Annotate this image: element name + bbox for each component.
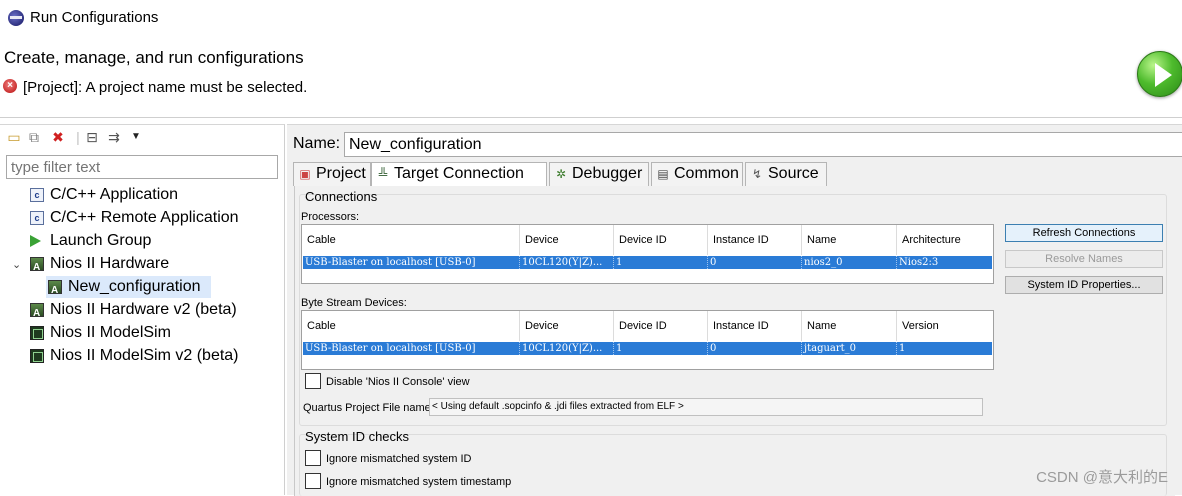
disable-console-checkbox[interactable] (305, 373, 321, 389)
page-heading: Create, manage, and run configurations (4, 48, 304, 67)
tab-common[interactable]: ▤ Common (651, 162, 743, 186)
column-header[interactable]: Instance ID (708, 225, 802, 255)
error-icon: × (3, 79, 17, 93)
quartus-label: Quartus Project File name: (303, 402, 434, 414)
ignore-timestamp-label: Ignore mismatched system timestamp (326, 476, 512, 488)
common-icon: ▤ (657, 167, 669, 181)
column-header[interactable]: Device (520, 311, 614, 341)
project-icon: ▣ (299, 167, 311, 181)
ignore-system-id-label: Ignore mismatched system ID (326, 453, 472, 465)
table-cell: 0 (708, 342, 802, 355)
tab-debugger[interactable]: ✲ Debugger (549, 162, 649, 186)
c-app-icon: c (30, 188, 44, 202)
table-cell: jtaguart_0 (802, 342, 897, 355)
duplicate-icon[interactable]: ⧉ (26, 129, 42, 145)
table-cell: Nios2:3 (899, 257, 939, 268)
table-cell: nios2_0 (802, 256, 897, 269)
configuration-tree-pane: ▭ ⧉ ✖ | ⊟ ⇉ ▼ c C/C++ Application c C/C+… (0, 124, 285, 495)
name-field[interactable] (344, 132, 1182, 157)
processors-label: Processors: (301, 211, 360, 223)
error-message: [Project]: A project name must be select… (23, 79, 308, 96)
new-config-icon[interactable]: ▭ (6, 129, 22, 145)
byte-stream-label: Byte Stream Devices: (301, 297, 407, 309)
table-cell: USB-Blaster on localhost [USB-0] (303, 342, 520, 355)
refresh-connections-button[interactable]: Refresh Connections (1005, 224, 1163, 242)
column-header[interactable]: Name (802, 225, 897, 255)
table-row[interactable]: USB-Blaster on localhost [USB-0] 10CL120… (303, 342, 992, 355)
tab-project[interactable]: ▣ Project (293, 162, 371, 186)
filter-input[interactable] (6, 155, 278, 179)
table-cell: 1 (899, 343, 906, 354)
chevron-down-icon[interactable]: ⌄ (12, 258, 21, 271)
resolve-names-button[interactable]: Resolve Names (1005, 250, 1163, 268)
delete-icon[interactable]: ✖ (50, 129, 66, 145)
column-header[interactable]: Version (897, 311, 993, 341)
source-icon: ↯ (751, 167, 763, 181)
column-header[interactable]: Cable (302, 311, 520, 341)
eclipse-icon (8, 10, 24, 26)
column-header[interactable]: Cable (302, 225, 520, 255)
nios-hardware-icon (30, 257, 44, 279)
table-cell: 10CL120(Y|Z)... (520, 256, 614, 269)
nios-hardware-icon (30, 303, 44, 325)
header-banner: Create, manage, and run configurations ×… (0, 36, 1182, 118)
table-cell: 1 (614, 256, 708, 269)
disable-console-label: Disable 'Nios II Console' view (326, 376, 470, 388)
column-header[interactable]: Device (520, 225, 614, 255)
tree-item-new-configuration[interactable]: New_configuration (46, 276, 211, 302)
table-cell: 0 (708, 256, 802, 269)
collapse-all-icon[interactable]: ⊟ (84, 129, 100, 145)
connection-icon: ╩ (378, 167, 388, 181)
system-id-title: System ID checks (305, 429, 410, 444)
title-bar: Run Configurations (0, 0, 1182, 36)
filter-icon[interactable]: ⇉ (106, 129, 122, 145)
column-header[interactable]: Device ID (614, 225, 708, 255)
byte-stream-table: Cable Device Device ID Instance ID Name … (301, 310, 994, 370)
modelsim-icon (30, 349, 44, 363)
launch-icon (30, 235, 41, 247)
column-header[interactable]: Architecture (897, 225, 993, 255)
table-cell: USB-Blaster on localhost [USB-0] (303, 256, 520, 269)
table-cell: 10CL120(Y|Z)... (520, 342, 614, 355)
table-cell: 1 (614, 342, 708, 355)
nios-hardware-icon (48, 280, 62, 302)
processors-table: Cable Device Device ID Instance ID Name … (301, 224, 994, 284)
c-app-icon: c (30, 211, 44, 225)
system-id-properties-button[interactable]: System ID Properties... (1005, 276, 1163, 294)
connections-title: Connections (305, 189, 378, 204)
target-connection-panel: Connections Processors: Cable Device Dev… (294, 186, 1175, 496)
ignore-system-id-checkbox[interactable] (305, 450, 321, 466)
quartus-file-field[interactable]: < Using default .sopcinfo & .jdi files e… (429, 398, 983, 416)
chevron-down-icon[interactable]: ▼ (128, 129, 144, 145)
run-button[interactable] (1137, 51, 1182, 97)
table-row[interactable]: USB-Blaster on localhost [USB-0] 10CL120… (303, 256, 992, 269)
name-label: Name: (293, 135, 341, 152)
bug-icon: ✲ (555, 167, 567, 181)
configuration-editor: Name: ▣ Project ╩ Target Connection ✲ De… (287, 124, 1182, 496)
column-header[interactable]: Name (802, 311, 897, 341)
column-header[interactable]: Instance ID (708, 311, 802, 341)
tab-source[interactable]: ↯ Source (745, 162, 827, 186)
window-title: Run Configurations (30, 9, 159, 26)
watermark: CSDN @意大利的E (1036, 469, 1168, 486)
column-header[interactable]: Device ID (614, 311, 708, 341)
modelsim-icon (30, 326, 44, 340)
tab-target-connection[interactable]: ╩ Target Connection (371, 162, 547, 187)
ignore-timestamp-checkbox[interactable] (305, 473, 321, 489)
